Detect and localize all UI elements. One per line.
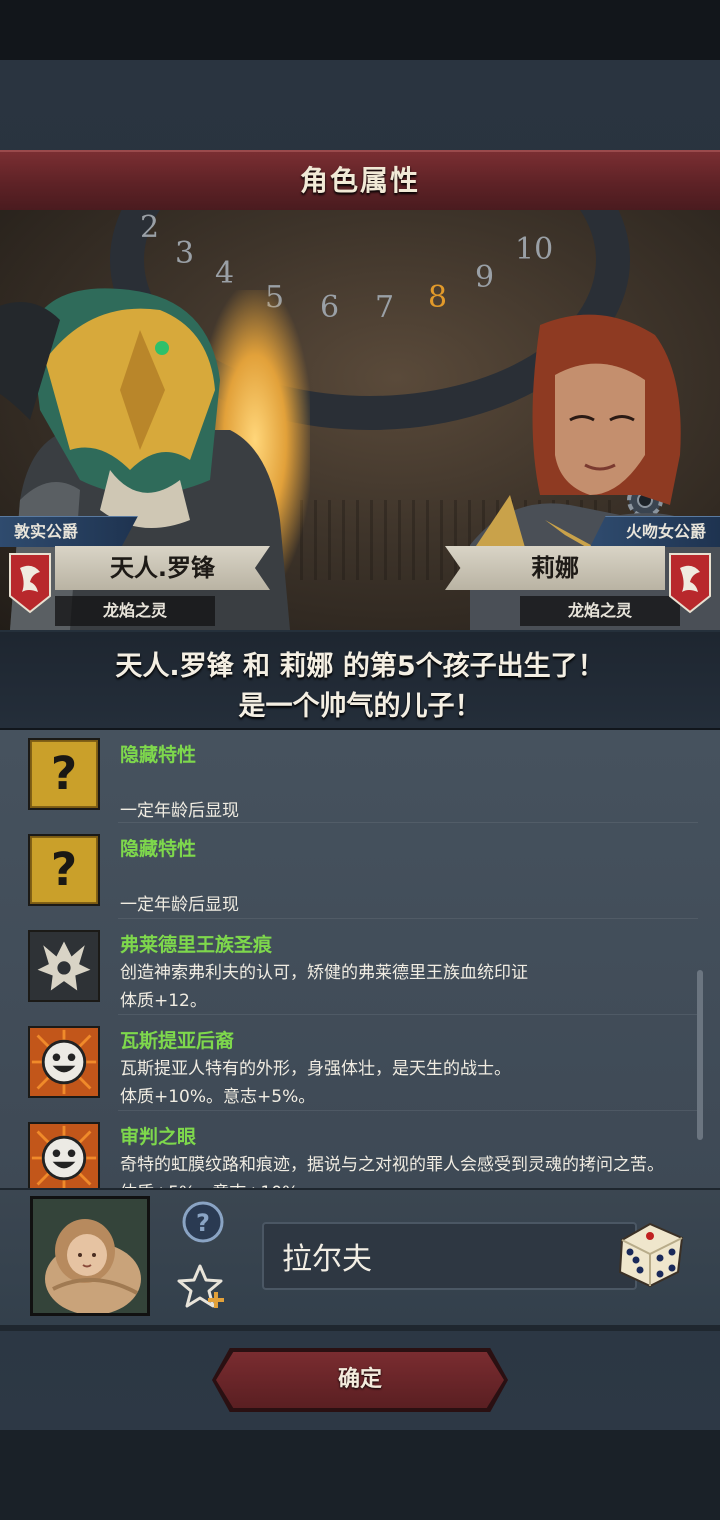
svg-text:?: ? — [196, 1209, 210, 1237]
dial-number: 2 — [140, 210, 160, 245]
trait-title: 隐藏特性 — [120, 744, 197, 766]
divider — [0, 1325, 720, 1331]
trait-list-scrollbar[interactable] — [697, 970, 703, 1140]
title-bar: 角色属性 — [0, 150, 720, 212]
divider — [118, 822, 698, 823]
add-favorite-icon[interactable] — [176, 1262, 228, 1310]
question-icon: ? — [28, 738, 100, 810]
mother-name: 莉娜 — [445, 546, 665, 590]
trait-title: 隐藏特性 — [120, 838, 197, 860]
dial-number: 9 — [475, 260, 495, 295]
dial-number: 3 — [175, 236, 195, 271]
child-portrait — [30, 1196, 150, 1316]
mother-lineage: 龙焰之灵 — [520, 596, 680, 626]
trait-description: 奇特的虹膜纹路和痕迹，据说与之对视的罪人会感受到灵魂的拷问之苦。 — [120, 1155, 664, 1175]
divider — [118, 1014, 698, 1015]
trait-effect: 体质+12。 — [120, 991, 207, 1011]
help-icon[interactable]: ? — [181, 1200, 225, 1244]
trait-title: 弗莱德里王族圣痕 — [120, 934, 273, 956]
divider — [118, 918, 698, 919]
trait-title: 瓦斯提亚后裔 — [120, 1030, 235, 1052]
announcement-line-1: 天人.罗锋 和 莉娜 的第5个孩子出生了！ — [115, 651, 605, 682]
dial-number: 6 — [320, 290, 340, 325]
svg-text:?: ? — [51, 843, 77, 896]
top-status-area — [0, 0, 720, 60]
trait-description: 一定年龄后显现 — [120, 895, 239, 915]
father-title-badge: 敦实公爵 — [0, 516, 138, 547]
trait-description: 创造神索弗利夫的认可，矫健的弗莱德里王族血统印证 — [120, 963, 528, 983]
trait-item[interactable]: ? 隐藏特性 一定年龄后显现 — [0, 830, 700, 926]
trait-title: 审判之眼 — [120, 1126, 197, 1148]
confirm-button[interactable]: 确定 — [216, 1352, 504, 1408]
child-name-input[interactable] — [262, 1222, 637, 1290]
father-lineage: 龙焰之灵 — [55, 596, 215, 626]
trait-description: 瓦斯提亚人特有的外形，身强体壮，是天生的战士。 — [120, 1059, 511, 1079]
father-name: 天人.罗锋 — [55, 546, 270, 590]
birth-announcement: 天人.罗锋 和 莉娜 的第5个孩子出生了！ 是一个帅气的儿子！ — [0, 632, 720, 730]
dial-number: 10 — [515, 232, 554, 267]
trait-item[interactable]: 审判之眼 奇特的虹膜纹路和痕迹，据说与之对视的罪人会感受到灵魂的拷问之苦。 体质… — [0, 1118, 700, 1190]
trait-effect: 体质+10%。意志+5%。 — [120, 1087, 316, 1107]
smiley-icon — [28, 1026, 100, 1098]
royal-mark-icon — [28, 930, 100, 1002]
confirm-button-label: 确定 — [337, 1367, 382, 1392]
trait-list[interactable]: ? 隐藏特性 一定年龄后显现 ? 隐藏特性 一定年龄后显现 弗莱德里王族圣痕 创… — [0, 730, 720, 1190]
house-crest-icon — [9, 553, 51, 614]
mother-title-badge: 火吻女公爵 — [590, 516, 720, 547]
house-crest-icon — [669, 553, 711, 614]
dial-number: 7 — [375, 290, 395, 325]
smiley-icon — [28, 1122, 100, 1190]
question-icon: ? — [28, 834, 100, 906]
trait-item[interactable]: 弗莱德里王族圣痕 创造神索弗利夫的认可，矫健的弗莱德里王族血统印证 体质+12。 — [0, 926, 700, 1022]
svg-text:?: ? — [51, 747, 77, 800]
trait-item[interactable]: ? 隐藏特性 一定年龄后显现 — [0, 734, 700, 830]
baby-icon — [33, 1199, 147, 1313]
divider — [118, 1110, 698, 1111]
trait-item[interactable]: 瓦斯提亚后裔 瓦斯提亚人特有的外形，身强体壮，是天生的战士。 体质+10%。意志… — [0, 1022, 700, 1118]
dice-icon[interactable] — [612, 1214, 690, 1292]
announcement-line-2: 是一个帅气的儿子！ — [238, 691, 482, 722]
page-title: 角色属性 — [299, 164, 420, 197]
trait-description: 一定年龄后显现 — [120, 801, 239, 821]
bottom-area — [0, 1430, 720, 1520]
dial-number-active: 8 — [428, 280, 448, 315]
